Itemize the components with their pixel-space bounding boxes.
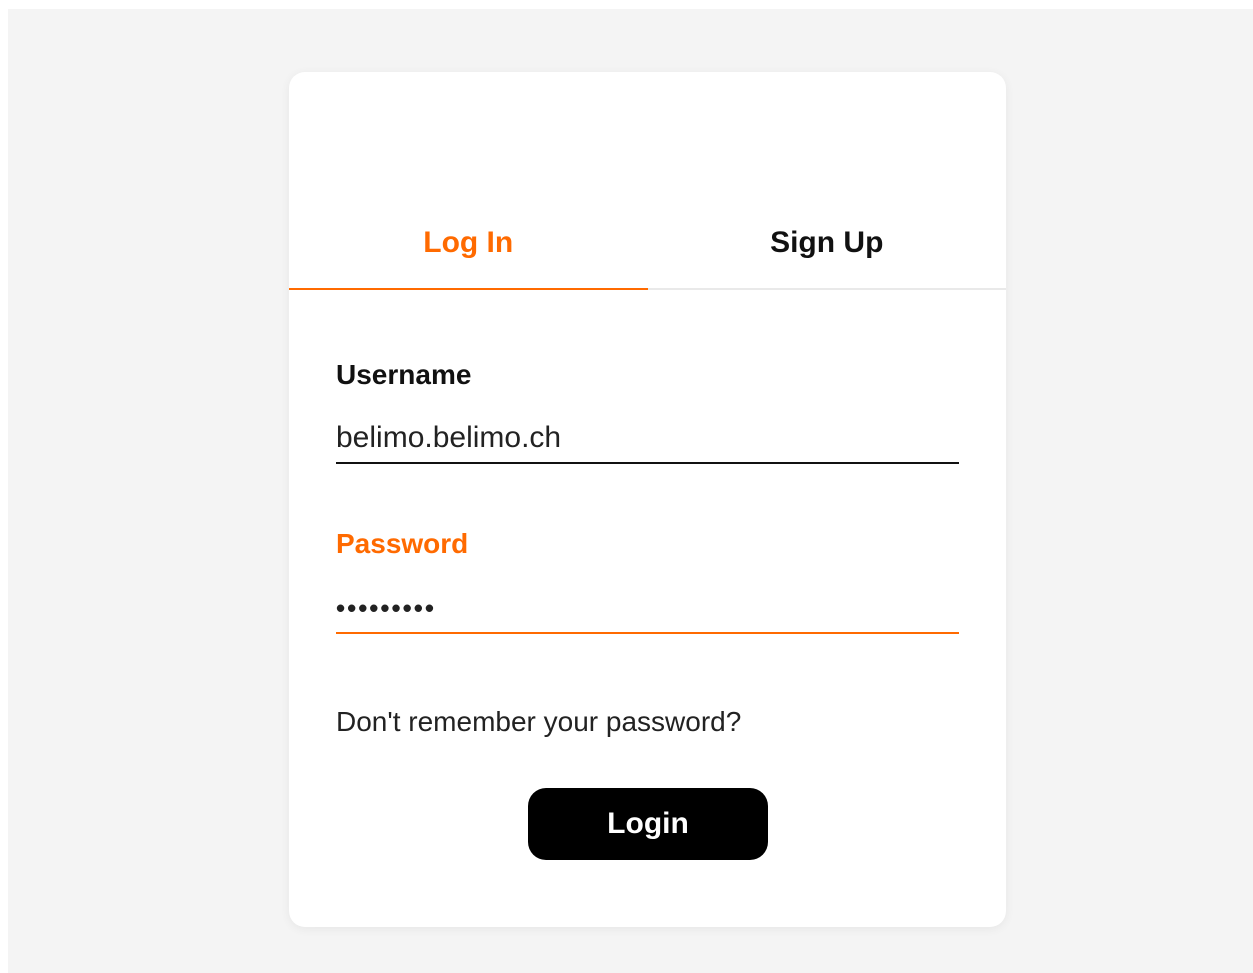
username-input[interactable]: [336, 414, 959, 464]
password-input[interactable]: [336, 584, 959, 634]
tab-sign-up[interactable]: Sign Up: [648, 222, 1007, 288]
page-background: Log In Sign Up Username Password Don't r…: [8, 9, 1253, 973]
forgot-password-link[interactable]: Don't remember your password?: [336, 706, 741, 738]
tab-log-in[interactable]: Log In: [289, 222, 648, 290]
username-label: Username: [336, 359, 472, 390]
auth-tabs: Log In Sign Up: [289, 222, 1006, 290]
password-label: Password: [336, 528, 469, 559]
login-button[interactable]: Login: [528, 788, 768, 860]
login-card: Log In Sign Up Username Password Don't r…: [289, 72, 1006, 927]
